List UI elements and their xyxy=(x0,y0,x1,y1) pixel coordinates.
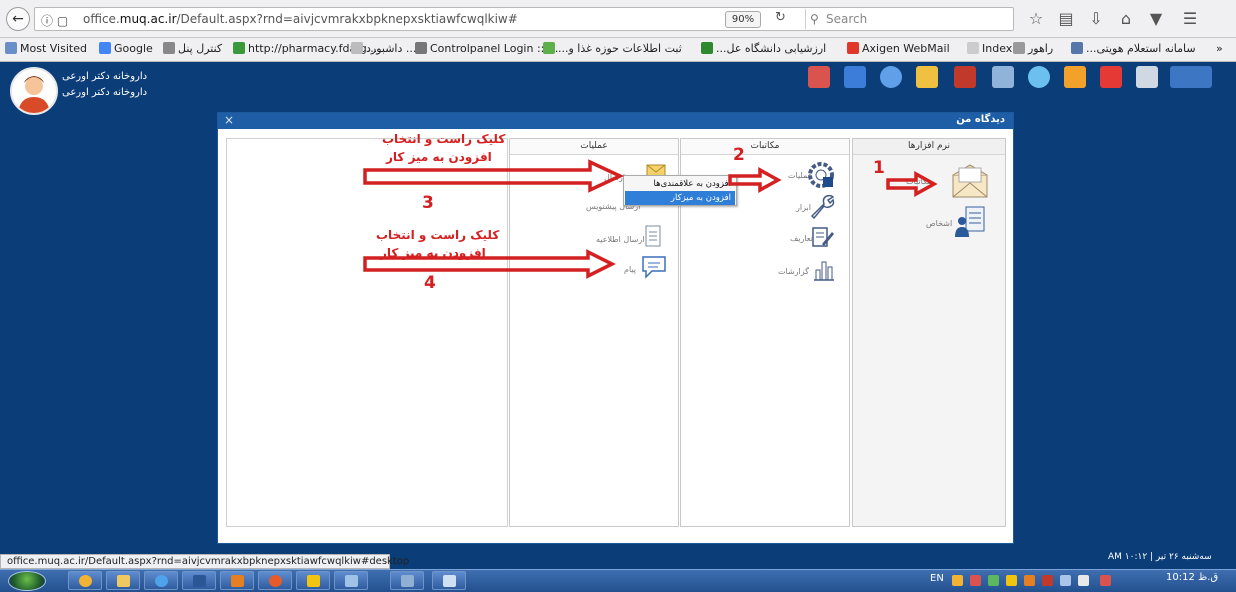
taskbar-app[interactable] xyxy=(220,571,254,590)
bell-icon[interactable] xyxy=(1064,66,1086,88)
instruction-1-line1: کلیک راست و انتخاب xyxy=(382,132,506,146)
bookmark-axigen[interactable]: Axigen WebMail xyxy=(844,42,950,55)
bookmark-most-visited[interactable]: Most Visited xyxy=(2,42,87,55)
tray-shield-icon[interactable] xyxy=(1006,575,1017,586)
step-number-1: 1 xyxy=(873,158,885,178)
close-icon[interactable]: × xyxy=(224,113,234,127)
step-number-4: 4 xyxy=(424,273,436,293)
star-icon[interactable]: ☆ xyxy=(1026,9,1046,29)
instruction-2-line1: کلیک راست و انتخاب xyxy=(376,228,500,242)
bookmarks-overflow[interactable]: » xyxy=(1216,42,1223,55)
taskbar-firefox[interactable] xyxy=(258,571,292,590)
image-icon[interactable] xyxy=(992,66,1014,88)
url-bar[interactable]: ⓘ ▢ office.muq.ac.ir/Default.aspx?rnd=ai… xyxy=(34,7,1014,31)
bookmark-dashboard[interactable]: داشبورد ... xyxy=(348,42,416,55)
language-indicator[interactable]: EN xyxy=(930,573,944,584)
snowflake-icon[interactable] xyxy=(1028,66,1050,88)
windows-icon[interactable] xyxy=(916,66,938,88)
date-time: AM ۱۰:۱۲ | سه‌شنبه ۲۶ تیر xyxy=(1108,552,1212,562)
download-icon[interactable] xyxy=(844,66,866,88)
help-icon[interactable] xyxy=(880,66,902,88)
search-icon[interactable] xyxy=(1136,66,1158,88)
tray-volume-icon[interactable] xyxy=(1078,575,1089,586)
bookmark-control-panel[interactable]: کنترل پنل xyxy=(160,42,222,55)
download-icon[interactable]: ⇩ xyxy=(1086,9,1106,29)
tray-chrome-icon[interactable] xyxy=(952,575,963,586)
browser-navbar: ← ⓘ ▢ office.muq.ac.ir/Default.aspx?rnd=… xyxy=(0,0,1236,38)
taskbar-clock[interactable]: 10:12 ق.ظ xyxy=(1166,572,1218,583)
taskbar-paint[interactable] xyxy=(390,571,424,590)
tray-power-icon[interactable] xyxy=(1100,575,1111,586)
search-input[interactable]: ⚲ Search xyxy=(805,9,1011,29)
info-icon[interactable]: ⓘ ▢ xyxy=(41,12,68,29)
tray-update-icon[interactable] xyxy=(1024,575,1035,586)
arrow-3 xyxy=(363,159,625,193)
tray-app-icon[interactable] xyxy=(970,575,981,586)
taskbar-security[interactable] xyxy=(296,571,330,590)
user-role: داروخانه دکتر اورعی xyxy=(62,87,148,98)
bookmark-controlpanel-login[interactable]: Controlpanel Login :: ... xyxy=(412,42,558,55)
logout-icon[interactable] xyxy=(808,66,830,88)
menu-icon[interactable]: ☰ xyxy=(1180,9,1200,29)
annotation-arrows xyxy=(363,159,938,279)
tray-network-icon[interactable] xyxy=(988,575,999,586)
search-icon: ⚲ xyxy=(810,12,819,26)
taskbar-word[interactable] xyxy=(182,571,216,590)
start-button[interactable] xyxy=(8,571,46,591)
step-number-2: 2 xyxy=(733,145,745,165)
taskbar-ie[interactable] xyxy=(144,571,178,590)
instruction-2-line2: افزودن به میز کار xyxy=(380,246,486,260)
record-icon[interactable] xyxy=(1100,66,1122,88)
dialog-title: دیدگاه من xyxy=(956,114,1005,125)
user-name: داروخانه دکتر اورعی xyxy=(62,71,148,82)
bookmark-index[interactable]: Index xyxy=(964,42,1012,55)
tray-flag-icon[interactable] xyxy=(1042,575,1053,586)
back-button[interactable]: ← xyxy=(6,7,30,31)
bookmark-identity[interactable]: ...سامانه استعلام هویتی xyxy=(1068,42,1196,55)
bookmark-rahvar[interactable]: راهور xyxy=(1010,42,1053,55)
briefcase-icon[interactable] xyxy=(954,66,976,88)
instruction-1-line2: افزودن به میز کار xyxy=(386,150,492,164)
tray-display-icon[interactable] xyxy=(1060,575,1071,586)
bookmarks-bar: Most Visited Google کنترل پنل http://pha… xyxy=(0,38,1236,62)
taskbar-chrome[interactable] xyxy=(68,571,102,590)
taskbar-explorer[interactable] xyxy=(106,571,140,590)
zoom-level[interactable]: 90% xyxy=(725,11,761,28)
arrow-2 xyxy=(728,167,782,193)
avatar[interactable] xyxy=(10,67,58,115)
library-icon[interactable]: ▤ xyxy=(1056,9,1076,29)
bookmark-food-registry[interactable]: ...ثبت اطلاعات حوزه غذا و xyxy=(540,42,682,55)
home-icon[interactable]: ⌂ xyxy=(1116,9,1136,29)
taskbar-window[interactable] xyxy=(432,571,466,590)
url-text: office.muq.ac.ir/Default.aspx?rnd=aivjcv… xyxy=(83,12,518,26)
arrow-1 xyxy=(886,171,938,197)
step-number-3: 3 xyxy=(422,193,434,213)
taskbar-screen[interactable] xyxy=(334,571,368,590)
bookmark-evaluation[interactable]: ...ارزشیابی دانشگاه عل xyxy=(698,42,826,55)
refresh-icon[interactable] xyxy=(1170,66,1212,88)
bookmark-google[interactable]: Google xyxy=(96,42,153,55)
dialog-header: × دیدگاه من xyxy=(218,113,1013,129)
reload-icon[interactable]: ↻ xyxy=(775,10,786,25)
status-bar: office.muq.ac.ir/Default.aspx?rnd=aivjcv… xyxy=(0,554,409,569)
pocket-icon[interactable]: ▼ xyxy=(1146,9,1166,29)
